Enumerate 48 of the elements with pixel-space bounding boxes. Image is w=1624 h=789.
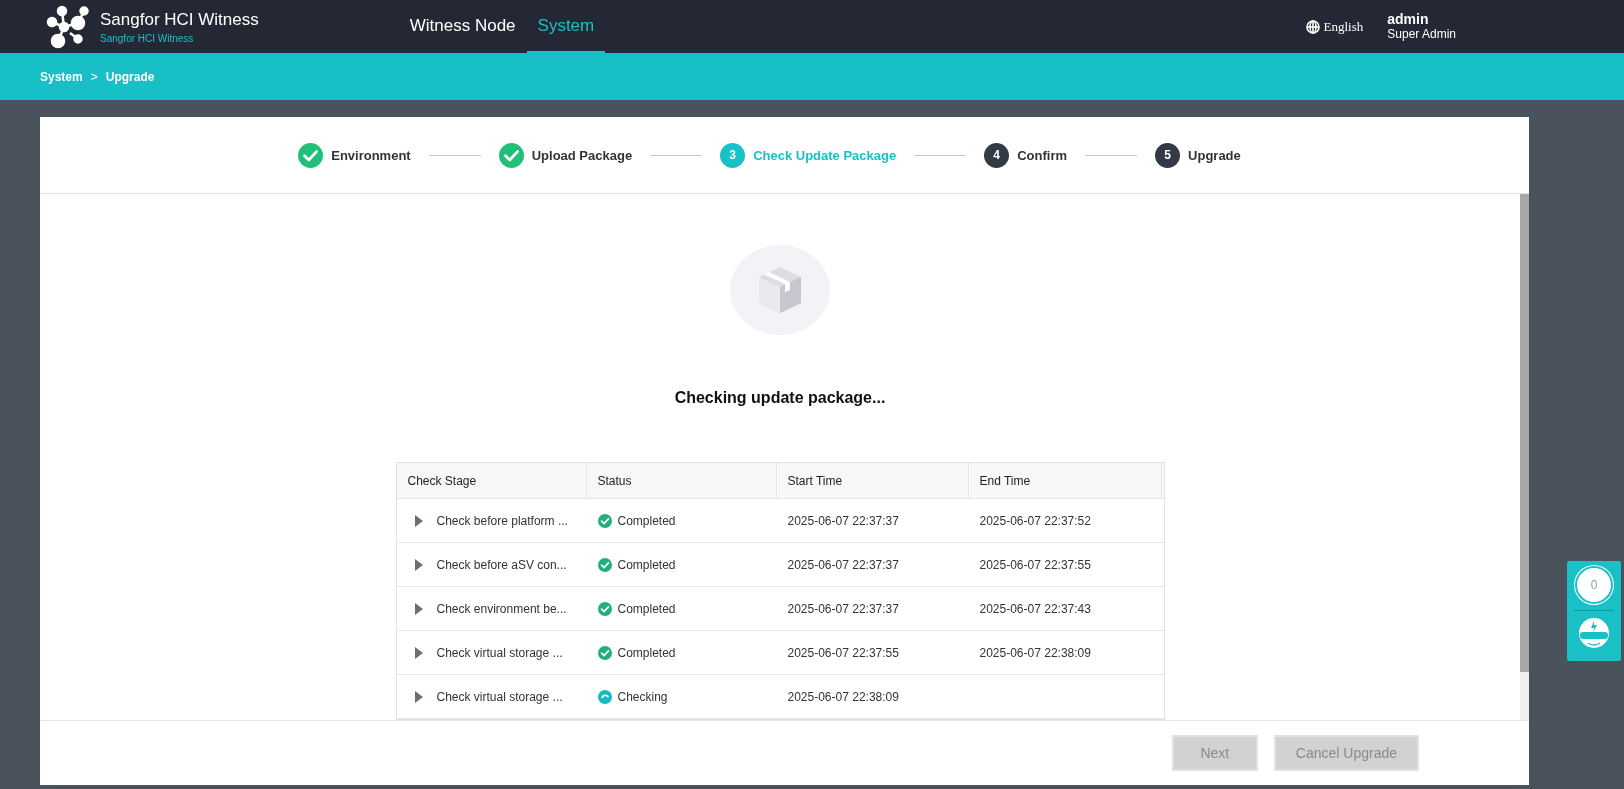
nav-tab[interactable]: Witness Node: [398, 0, 527, 53]
status-text: Checking: [617, 689, 668, 704]
column-header: End Time: [968, 463, 1162, 498]
step-number: 4: [984, 142, 1010, 168]
table-cell: 2025-06-07 22:37:43: [979, 601, 1091, 616]
step-number: 5: [1155, 142, 1181, 168]
language-link[interactable]: English: [1323, 18, 1364, 35]
column-header: Status: [586, 463, 777, 498]
table-cell: Check before aSV con...: [436, 557, 567, 572]
step-label: Environment: [331, 147, 411, 163]
expand-arrow-icon[interactable]: [414, 690, 423, 703]
expand-arrow-icon[interactable]: [414, 558, 423, 571]
table-cell: Check environment be...: [436, 601, 567, 616]
status-text: Completed: [617, 557, 676, 572]
table-cell: 2025-06-07 22:37:55: [979, 557, 1091, 572]
breadcrumb-separator: >: [90, 69, 98, 84]
product-subtitle: Sangfor HCI Witness: [100, 32, 195, 44]
scrollbar-thumb[interactable]: [1520, 194, 1529, 672]
step-label: Confirm: [1017, 147, 1068, 163]
table-cell: Check before platform ...: [436, 513, 568, 528]
table-cell: 2025-06-07 22:37:37: [787, 513, 899, 528]
status-text: Completed: [617, 601, 676, 616]
table-cell: 2025-06-07 22:38:09: [979, 645, 1091, 660]
expand-arrow-icon[interactable]: [414, 602, 423, 615]
user-role: Super Admin: [1387, 26, 1456, 42]
status-text: Completed: [617, 645, 676, 660]
step-number: 3: [720, 142, 746, 168]
table-cell: 2025-06-07 22:38:09: [787, 689, 899, 704]
step-label: Upgrade: [1188, 147, 1241, 163]
molecule-logo-icon: [44, 4, 92, 49]
breadcrumb-item: Upgrade: [105, 69, 155, 84]
step-label: Upload Package: [531, 147, 633, 163]
table-cell: Check virtual storage ...: [436, 689, 563, 704]
product-name: Sangfor HCI Witness: [100, 9, 259, 30]
expand-arrow-icon[interactable]: [414, 514, 423, 527]
table-cell: 2025-06-07 22:37:37: [787, 601, 899, 616]
table-cell: 2025-06-07 22:37:37: [787, 557, 899, 572]
column-header: Check Stage: [396, 463, 587, 498]
table-cell: Check virtual storage ...: [436, 645, 563, 660]
table-cell: 2025-06-07 22:37:52: [979, 513, 1091, 528]
globe-icon[interactable]: [1305, 19, 1320, 34]
status-text: Completed: [617, 513, 676, 528]
step-label: Check Update Package: [753, 147, 897, 163]
user-name[interactable]: admin: [1387, 11, 1456, 27]
status-message: Checking update package...: [674, 389, 886, 407]
column-header: Start Time: [776, 463, 969, 498]
table-cell: 2025-06-07 22:37:55: [787, 645, 899, 660]
expand-arrow-icon[interactable]: [414, 646, 423, 659]
